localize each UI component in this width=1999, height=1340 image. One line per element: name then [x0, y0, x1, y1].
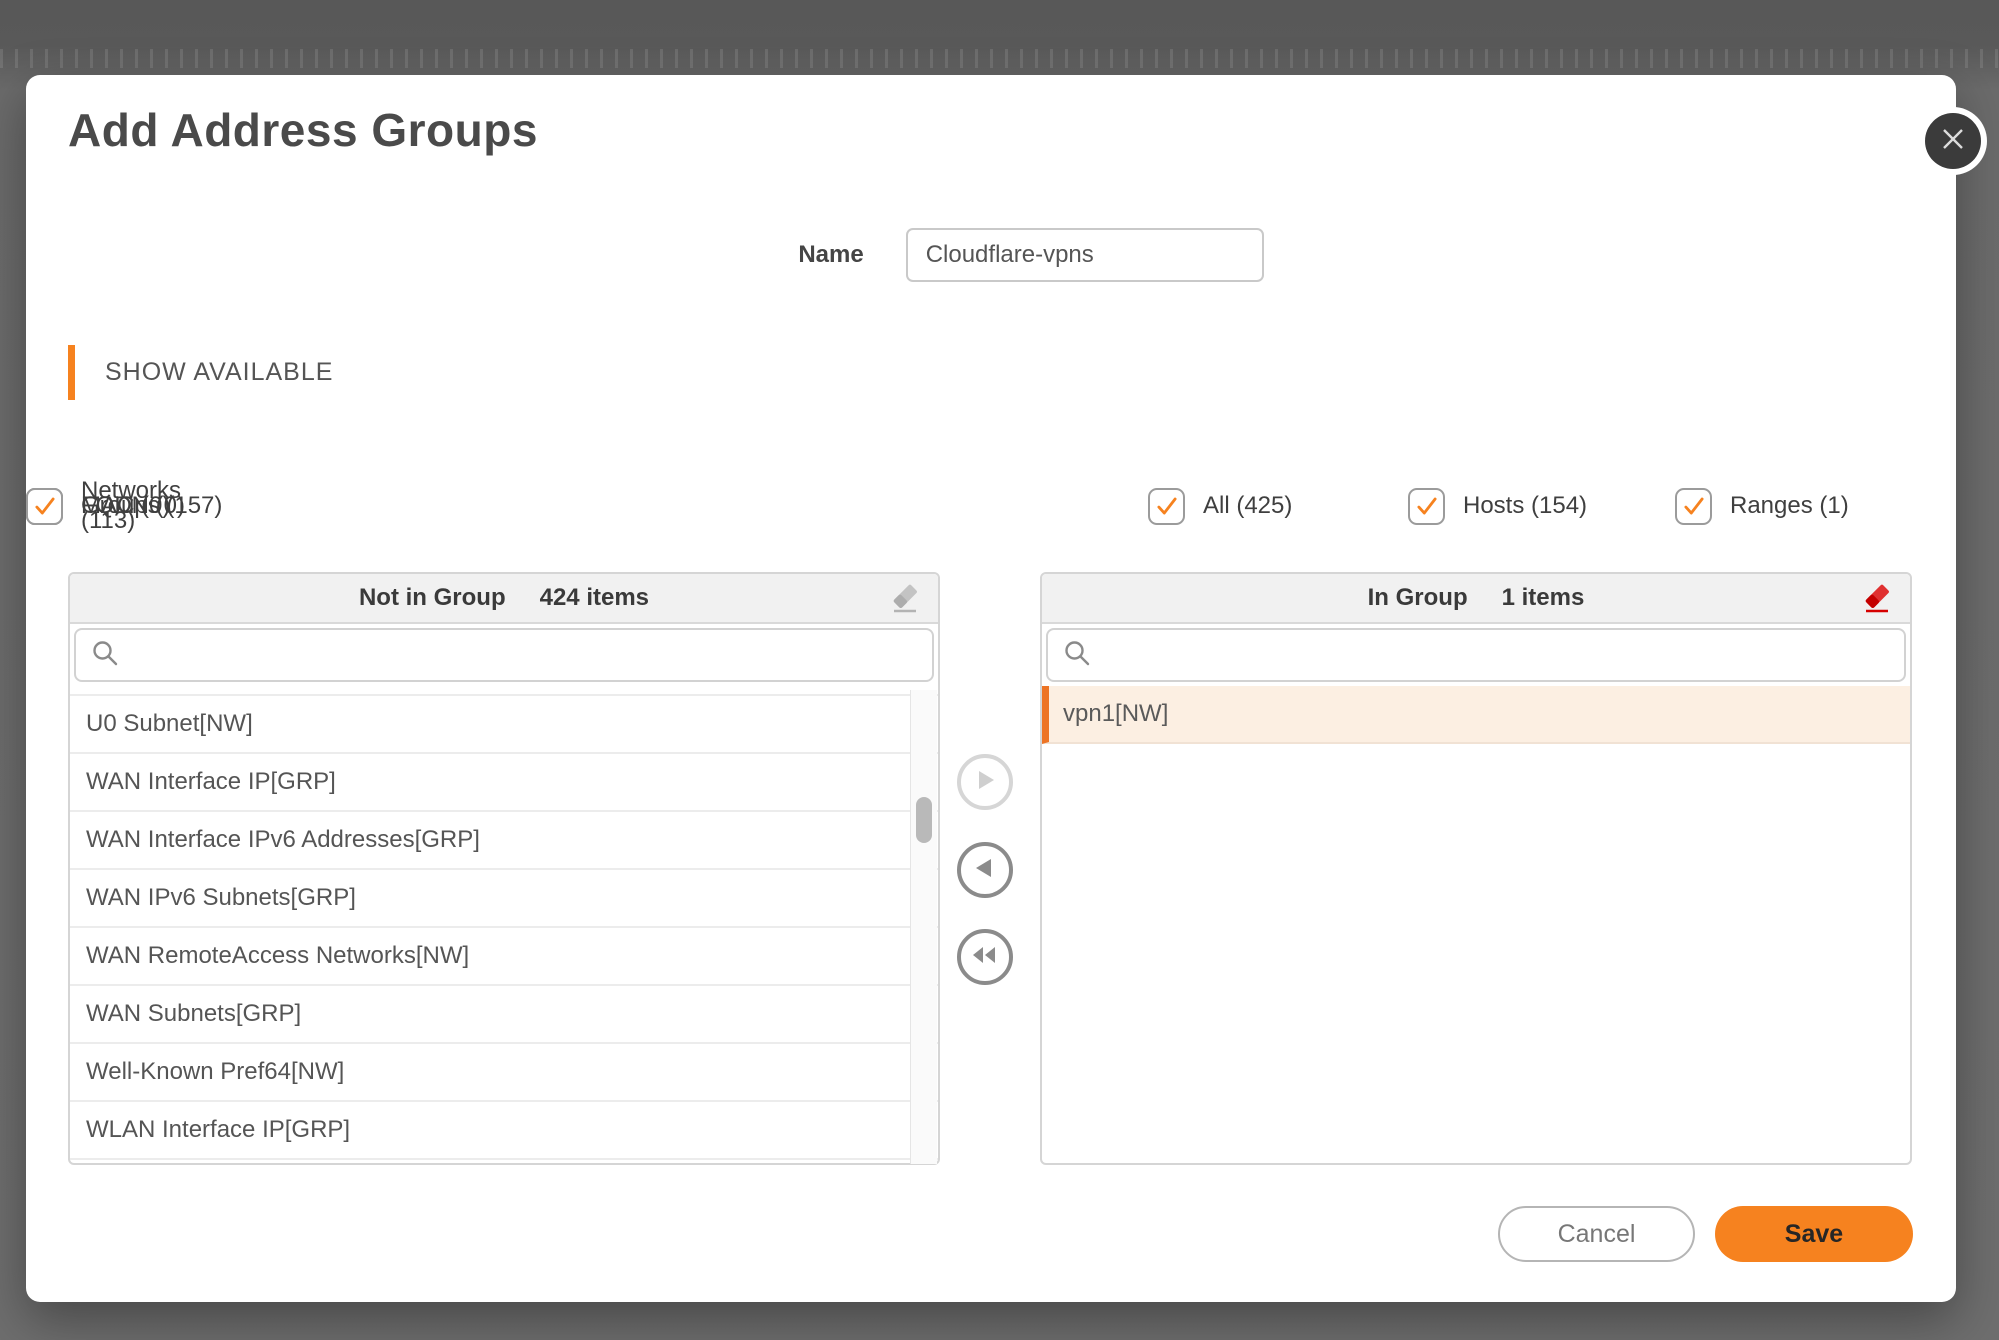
checkbox-checked-icon[interactable] — [1675, 488, 1712, 525]
list-item[interactable]: WAN IPv6 Subnets[GRP] — [70, 870, 938, 928]
save-button[interactable]: Save — [1715, 1206, 1913, 1262]
panel-item-count: 1 items — [1502, 584, 1585, 612]
not-in-group-search-input[interactable] — [120, 630, 932, 680]
not-in-group-panel: Not in Group 424 items — [68, 572, 940, 1165]
search-icon — [90, 638, 120, 673]
name-input[interactable] — [906, 228, 1264, 282]
filter-label: Hosts (154) — [1463, 491, 1587, 521]
remove-all-eraser-icon[interactable] — [1858, 580, 1896, 618]
in-group-header: In Group 1 items — [1042, 574, 1910, 624]
filter-groups[interactable]: Groups (157) — [26, 477, 222, 535]
double-arrow-left-icon — [970, 943, 1000, 972]
in-group-search-input[interactable] — [1092, 630, 1904, 680]
overlay-texture — [0, 49, 1999, 68]
filter-hosts[interactable]: Hosts (154) — [1408, 477, 1587, 535]
move-right-button[interactable] — [957, 754, 1013, 810]
scrollbar-thumb[interactable] — [916, 797, 932, 843]
not-in-group-list: U0 Subnet[NW] WAN Interface IP[GRP] WAN … — [70, 686, 938, 1160]
panel-item-count: 424 items — [540, 584, 649, 612]
move-left-button[interactable] — [957, 842, 1013, 898]
filter-label: Ranges (1) — [1730, 491, 1849, 521]
clear-selection-eraser-icon[interactable] — [886, 580, 924, 618]
checkbox-checked-icon[interactable] — [26, 488, 63, 525]
add-address-groups-dialog: Add Address Groups Name SHOW AVAILABLE A… — [26, 75, 1956, 1302]
name-label: Name — [798, 241, 863, 269]
show-available-section: SHOW AVAILABLE — [68, 345, 333, 400]
panel-title: Not in Group — [359, 584, 506, 612]
list-item[interactable]: WAN Subnets[GRP] — [70, 986, 938, 1044]
checkbox-checked-icon[interactable] — [1148, 488, 1185, 525]
filter-all[interactable]: All (425) — [1148, 477, 1292, 535]
move-all-left-button[interactable] — [957, 929, 1013, 985]
list-item[interactable]: Well-Known Pref64[NW] — [70, 1044, 938, 1102]
list-item[interactable]: WAN Interface IPv6 Addresses[GRP] — [70, 812, 938, 870]
checkbox-checked-icon[interactable] — [1408, 488, 1445, 525]
scrollbar-track[interactable] — [910, 690, 937, 1164]
list-clipped-row — [70, 686, 938, 696]
list-item[interactable]: WAN Interface IP[GRP] — [70, 754, 938, 812]
list-item[interactable]: WAN RemoteAccess Networks[NW] — [70, 928, 938, 986]
in-group-list: vpn1[NW] — [1042, 686, 1910, 744]
arrow-right-icon — [973, 768, 997, 797]
search-icon — [1062, 638, 1092, 673]
in-group-search — [1046, 628, 1906, 682]
list-item[interactable]: WLAN Interface IP[GRP] — [70, 1102, 938, 1160]
panel-title: In Group — [1368, 584, 1468, 612]
name-field-row: Name — [26, 228, 1956, 282]
arrow-left-icon — [973, 856, 997, 885]
in-group-panel: In Group 1 items — [1040, 572, 1912, 1165]
filter-label: All (425) — [1203, 491, 1292, 521]
section-heading-label: SHOW AVAILABLE — [105, 358, 333, 387]
close-button[interactable] — [1925, 113, 1981, 169]
filter-label: Groups (157) — [81, 491, 222, 521]
list-item-selected[interactable]: vpn1[NW] — [1042, 686, 1910, 744]
not-in-group-header: Not in Group 424 items — [70, 574, 938, 624]
filter-ranges[interactable]: Ranges (1) — [1675, 477, 1849, 535]
screen: Add Address Groups Name SHOW AVAILABLE A… — [0, 0, 1999, 1340]
section-accent-bar — [68, 345, 75, 400]
close-icon — [1940, 126, 1966, 157]
dialog-title: Add Address Groups — [68, 103, 538, 157]
not-in-group-search — [74, 628, 934, 682]
cancel-button[interactable]: Cancel — [1498, 1206, 1695, 1262]
list-item[interactable]: U0 Subnet[NW] — [70, 696, 938, 754]
